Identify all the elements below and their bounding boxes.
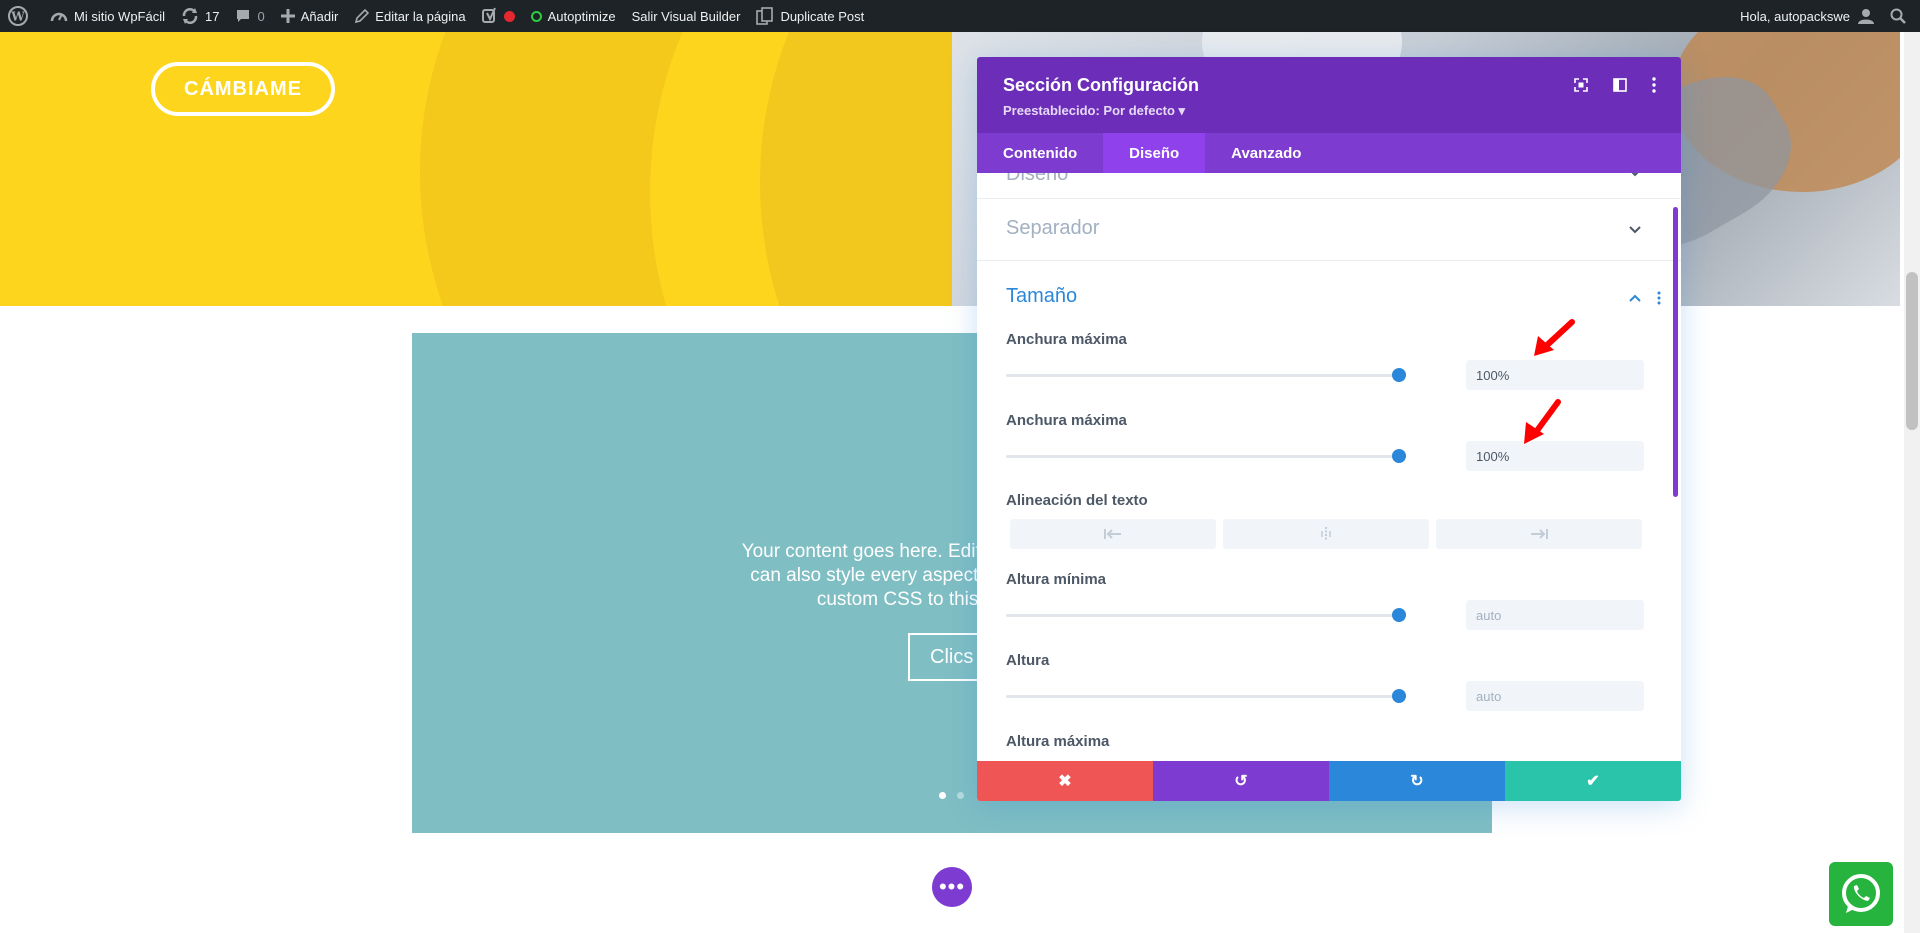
comment-icon xyxy=(237,10,250,22)
tab-diseno[interactable]: Diseño xyxy=(1103,133,1206,173)
annotation-arrow xyxy=(1524,399,1561,444)
max-width-label: Anchura máxima xyxy=(1006,412,1127,429)
duplicate-icon xyxy=(756,7,774,25)
tab-contenido[interactable]: Contenido xyxy=(977,133,1103,173)
max-width-input[interactable]: 100% xyxy=(1466,360,1644,390)
yoast-menu[interactable] xyxy=(474,0,523,32)
panel-footer: ✖ ↺ ↻ ✔ xyxy=(977,761,1681,801)
autoptimize-menu[interactable]: Autoptimize xyxy=(523,0,624,32)
svg-text:W: W xyxy=(10,10,25,24)
max-width-slider[interactable] xyxy=(1006,368,1406,382)
exit-visual-builder-text: Salir Visual Builder xyxy=(631,8,741,24)
align-left-icon xyxy=(1104,529,1121,539)
updates-count: 17 xyxy=(205,8,220,24)
align-center-icon xyxy=(1321,527,1331,541)
section-options-icon[interactable] xyxy=(1657,291,1661,305)
refresh-icon xyxy=(182,8,198,24)
expand-icon[interactable] xyxy=(1571,75,1591,95)
dashboard-icon xyxy=(50,12,68,22)
whatsapp-icon xyxy=(1842,874,1880,913)
slide-dot[interactable] xyxy=(957,792,964,799)
tab-avanzado[interactable]: Avanzado xyxy=(1205,133,1327,173)
search-icon xyxy=(1890,8,1906,24)
chevron-down-icon xyxy=(1629,226,1641,234)
split-view-icon[interactable] xyxy=(1610,75,1630,95)
updates-link[interactable]: 17 xyxy=(173,0,227,32)
page-scrollbar[interactable] xyxy=(1904,32,1920,933)
site-name-link[interactable]: Mi sitio WpFácil xyxy=(42,0,173,32)
min-height-label: Altura mínima xyxy=(1006,571,1107,588)
height-label: Altura xyxy=(1006,652,1050,669)
align-center-button[interactable] xyxy=(1223,519,1429,549)
wp-logo-button[interactable]: W xyxy=(0,0,42,32)
chevron-down-icon xyxy=(1631,173,1639,177)
height-slider[interactable] xyxy=(1006,689,1406,703)
duplicate-post-text: Duplicate Post xyxy=(780,8,865,24)
section-settings-panel: Sección Configuración Preestablecido: Po… xyxy=(977,57,1681,801)
my-account-menu[interactable]: Hola, autopackswe xyxy=(1732,0,1882,32)
discard-button[interactable]: ✖ xyxy=(977,761,1153,801)
cambiame-button[interactable]: CÁMBIAME xyxy=(151,62,335,116)
autoptimize-status-icon xyxy=(530,10,542,22)
min-height-slider[interactable] xyxy=(1006,608,1406,622)
user-avatar-icon xyxy=(1858,9,1874,24)
slider-handle[interactable] xyxy=(1392,449,1406,463)
min-height-input[interactable]: auto xyxy=(1466,600,1644,630)
annotation-arrow xyxy=(1534,319,1575,356)
panel-body: Diseño Separador Tamaño Anchura máxima 1… xyxy=(977,173,1681,761)
panel-scrollbar[interactable] xyxy=(1673,207,1678,497)
plus-icon xyxy=(280,9,295,23)
height-input[interactable]: auto xyxy=(1466,681,1644,711)
align-right-icon xyxy=(1531,529,1548,539)
wordpress-icon: W xyxy=(8,6,28,26)
slider-handle[interactable] xyxy=(1392,608,1406,622)
align-right-button[interactable] xyxy=(1436,519,1642,549)
max-width-slider[interactable] xyxy=(1006,449,1406,463)
yellow-hero-section xyxy=(0,32,952,306)
align-left-button[interactable] xyxy=(1010,519,1216,549)
duplicate-post-link[interactable]: Duplicate Post xyxy=(748,0,872,32)
section-diseno-header[interactable]: Diseño xyxy=(977,173,1681,199)
panel-tabs: Contenido Diseño Avanzado xyxy=(977,133,1681,173)
more-options-button[interactable]: ••• xyxy=(932,867,972,907)
whatsapp-button[interactable] xyxy=(1829,862,1893,926)
add-new-link[interactable]: Añadir xyxy=(273,0,347,32)
autoptimize-text: Autoptimize xyxy=(547,8,616,24)
preset-selector[interactable]: Preestablecido: Por defecto ▾ xyxy=(1003,103,1185,119)
panel-title: Sección Configuración xyxy=(1003,75,1200,95)
slide-dot-active[interactable] xyxy=(939,792,946,799)
add-new-text: Añadir xyxy=(300,8,339,24)
page-scrollbar-thumb[interactable] xyxy=(1906,272,1918,430)
edit-page-text: Editar la página xyxy=(375,8,466,24)
wp-admin-bar: W Mi sitio WpFácil 17 0 Añadir Editar la… xyxy=(0,0,1920,32)
undo-button[interactable]: ↺ xyxy=(1153,761,1329,801)
section-separador-label: Separador xyxy=(1006,217,1100,239)
panel-header[interactable]: Sección Configuración Preestablecido: Po… xyxy=(977,57,1681,133)
greeting-text: Hola, autopackswe xyxy=(1740,8,1850,24)
admin-search-button[interactable] xyxy=(1882,0,1920,32)
section-diseno-label: Diseño xyxy=(1006,173,1069,185)
comments-count: 0 xyxy=(257,8,265,24)
comments-link[interactable]: 0 xyxy=(227,0,272,32)
save-button[interactable]: ✔ xyxy=(1505,761,1681,801)
section-separador-header[interactable]: Separador xyxy=(977,199,1681,261)
yoast-icon xyxy=(481,7,496,23)
site-name-text: Mi sitio WpFácil xyxy=(74,8,166,24)
edit-page-link[interactable]: Editar la página xyxy=(346,0,473,32)
pencil-icon xyxy=(355,8,370,23)
chevron-up-icon[interactable] xyxy=(1629,294,1641,302)
section-tamano-label[interactable]: Tamaño xyxy=(1006,285,1077,308)
redo-button[interactable]: ↻ xyxy=(1329,761,1505,801)
text-align-label: Alineación del texto xyxy=(1006,492,1148,509)
max-width-label: Anchura máxima xyxy=(1006,331,1127,348)
seo-status-dot xyxy=(503,10,515,22)
kebab-menu-icon[interactable] xyxy=(1644,75,1664,95)
exit-visual-builder-link[interactable]: Salir Visual Builder xyxy=(624,0,749,32)
max-height-label: Altura máxima xyxy=(1006,733,1110,750)
decorative-arc xyxy=(760,32,952,306)
slider-handle[interactable] xyxy=(1392,689,1406,703)
slider-handle[interactable] xyxy=(1392,368,1406,382)
